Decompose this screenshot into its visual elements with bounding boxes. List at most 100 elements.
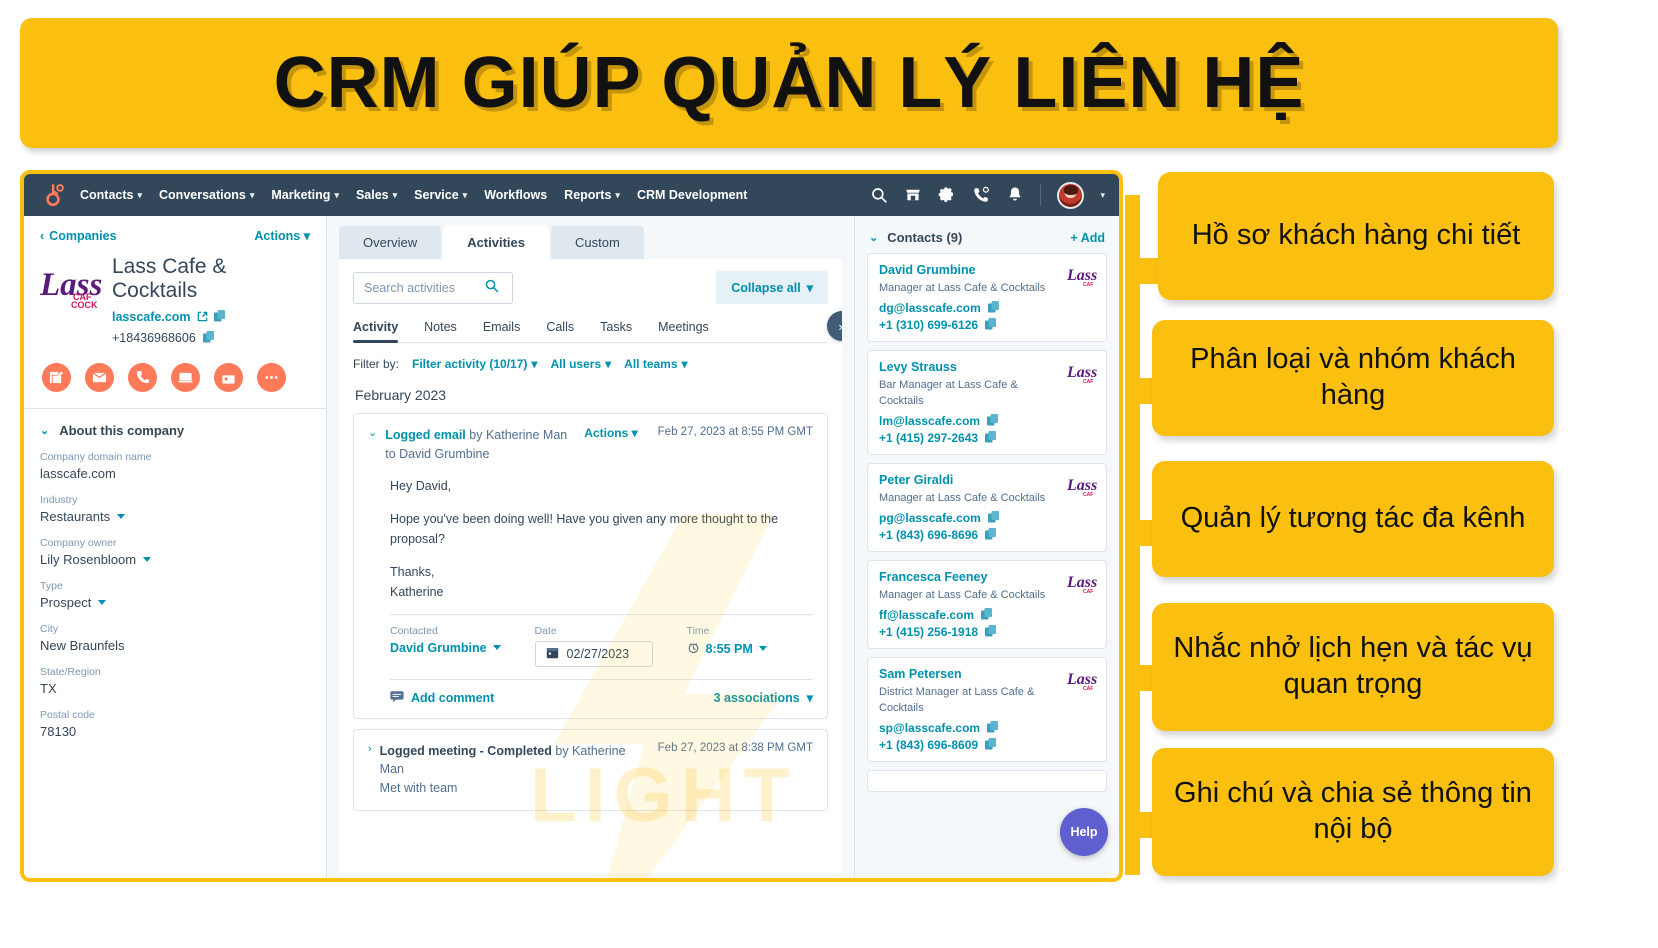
phone-call-icon[interactable] [972,186,990,204]
tab-custom[interactable]: Custom [551,226,644,259]
contact-card[interactable]: Lass CAF Francesca Feeney Manager at Lass… [867,559,1107,649]
tab-activities[interactable]: Activities [443,226,549,259]
subtab-notes[interactable]: Notes [424,320,457,342]
copy-icon[interactable] [987,511,1000,524]
help-button[interactable]: Help [1060,808,1108,856]
subtab-meetings[interactable]: Meetings [658,320,709,342]
subtab-calls[interactable]: Calls [546,320,574,342]
copy-icon[interactable] [987,301,1000,314]
chevron-down-icon[interactable] [492,645,501,650]
hubspot-sprocket-icon[interactable] [40,182,66,208]
time-value[interactable]: 8:55 PM [687,641,767,657]
contact-card[interactable]: Lass CAF David Grumbine Manager at Lass C… [867,253,1107,342]
note-icon[interactable] [42,362,71,392]
subtab-tasks[interactable]: Tasks [600,320,632,342]
copy-icon[interactable] [202,331,215,344]
associations-link[interactable]: 3 associations ▾ [714,690,813,706]
double-chevron-right-icon[interactable]: » [827,311,842,341]
contact-email[interactable]: sp@lasscafe.com [879,721,1095,735]
more-icon[interactable] [257,362,286,392]
contact-email[interactable]: dg@lasscafe.com [879,301,1095,315]
contact-card[interactable]: Lass CAF Sam Petersen District Manager at… [867,656,1107,762]
search-icon[interactable] [484,278,499,298]
nav-item-service[interactable]: Service ▾ [414,188,467,202]
chevron-down-icon[interactable] [98,599,107,605]
actions-dropdown[interactable]: Actions ▾ [254,228,310,243]
copy-icon[interactable] [985,625,997,638]
field-value[interactable]: lasscafe.com [40,466,310,481]
add-comment-button[interactable]: Add comment [390,690,494,706]
contact-email[interactable]: lm@lasscafe.com [879,414,1095,428]
contact-phone[interactable]: +1 (415) 256-1918 [879,625,1095,639]
contact-phone[interactable]: +1 (415) 297-2643 [879,431,1095,445]
contact-name[interactable]: Sam Petersen [879,667,1095,681]
chevron-down-icon[interactable] [117,513,126,519]
tab-overview[interactable]: Overview [339,226,442,259]
copy-icon[interactable] [213,310,226,323]
search-icon[interactable] [870,186,888,204]
contact-phone[interactable]: +1 (843) 696-8609 [879,738,1095,752]
contact-email[interactable]: ff@lasscafe.com [879,608,1095,622]
nav-item-workflows[interactable]: Workflows [484,188,547,202]
about-company-header[interactable]: ⌄ About this company [40,423,310,438]
contact-phone[interactable]: +1 (310) 699-6126 [879,318,1095,332]
chevron-down-icon[interactable] [143,556,152,562]
contact-card[interactable] [867,769,1107,792]
field-value[interactable]: New Braunfels [40,638,310,653]
chevron-down-icon[interactable]: ▾ [1100,190,1105,201]
contact-card[interactable]: Lass CAF Levy Strauss Bar Manager at Lass… [867,349,1107,455]
add-contact-button[interactable]: + Add [1070,231,1105,245]
nav-item-crm-development[interactable]: CRM Development [637,188,747,202]
copy-icon[interactable] [981,608,993,621]
meeting-icon[interactable] [214,362,243,392]
email-icon[interactable] [85,362,114,392]
nav-item-reports[interactable]: Reports ▾ [564,188,620,202]
subtab-emails[interactable]: Emails [483,320,521,342]
contact-card[interactable]: Lass CAF Peter Giraldi Manager at Lass Ca… [867,462,1107,552]
contact-email[interactable]: pg@lasscafe.com [879,511,1095,525]
nav-item-contacts[interactable]: Contacts ▾ [80,188,142,202]
copy-icon[interactable] [985,431,997,444]
contact-name[interactable]: David Grumbine [879,263,1095,277]
nav-item-marketing[interactable]: Marketing ▾ [271,188,339,202]
field-value[interactable]: Restaurants [40,509,310,524]
nav-item-sales[interactable]: Sales ▾ [356,188,397,202]
contacts-title[interactable]: ⌄ Contacts (9) [869,230,962,245]
search-activities-box[interactable] [353,271,513,304]
contact-name[interactable]: Levy Strauss [879,360,1095,374]
nav-item-conversations[interactable]: Conversations ▾ [159,188,254,202]
marketplace-icon[interactable] [904,186,922,204]
subtab-activity[interactable]: Activity [353,320,399,343]
field-value[interactable]: Lily Rosenbloom [40,552,310,567]
call-icon[interactable] [128,362,157,392]
avatar[interactable] [1057,181,1085,209]
filter-all-users-dropdown[interactable]: All users ▾ [550,357,611,371]
collapse-all-button[interactable]: Collapse all ▾ [716,271,828,304]
log-icon[interactable] [171,362,200,392]
field-value[interactable]: Prospect [40,595,310,610]
filter-activity-dropdown[interactable]: Filter activity (10/17) ▾ [412,357,537,371]
copy-icon[interactable] [985,528,997,541]
copy-icon[interactable] [985,318,997,331]
chevron-down-icon[interactable] [758,646,767,651]
search-input[interactable] [364,280,476,295]
contact-phone[interactable]: +1 (843) 696-8696 [879,528,1095,542]
external-link-icon[interactable] [197,311,208,322]
chevron-right-icon[interactable]: › [368,742,372,757]
company-website[interactable]: lasscafe.com [112,310,310,324]
bell-notification-icon[interactable] [1006,186,1024,204]
contact-name[interactable]: Francesca Feeney [879,570,1095,584]
copy-icon[interactable] [987,414,999,427]
contacted-value[interactable]: David Grumbine [390,641,501,655]
date-input[interactable]: 02/27/2023 [534,640,653,667]
field-value[interactable]: TX [40,681,310,696]
field-value[interactable]: 78130 [40,724,310,739]
copy-icon[interactable] [987,721,999,734]
gear-icon[interactable] [938,186,956,204]
copy-icon[interactable] [985,738,997,751]
breadcrumb[interactable]: ‹ Companies [40,229,117,243]
filter-all-teams-dropdown[interactable]: All teams ▾ [624,357,687,371]
contact-name[interactable]: Peter Giraldi [879,473,1095,487]
chevron-down-icon[interactable]: ⌄ [368,426,377,441]
activity-actions-dropdown[interactable]: Actions ▾ [584,426,637,440]
